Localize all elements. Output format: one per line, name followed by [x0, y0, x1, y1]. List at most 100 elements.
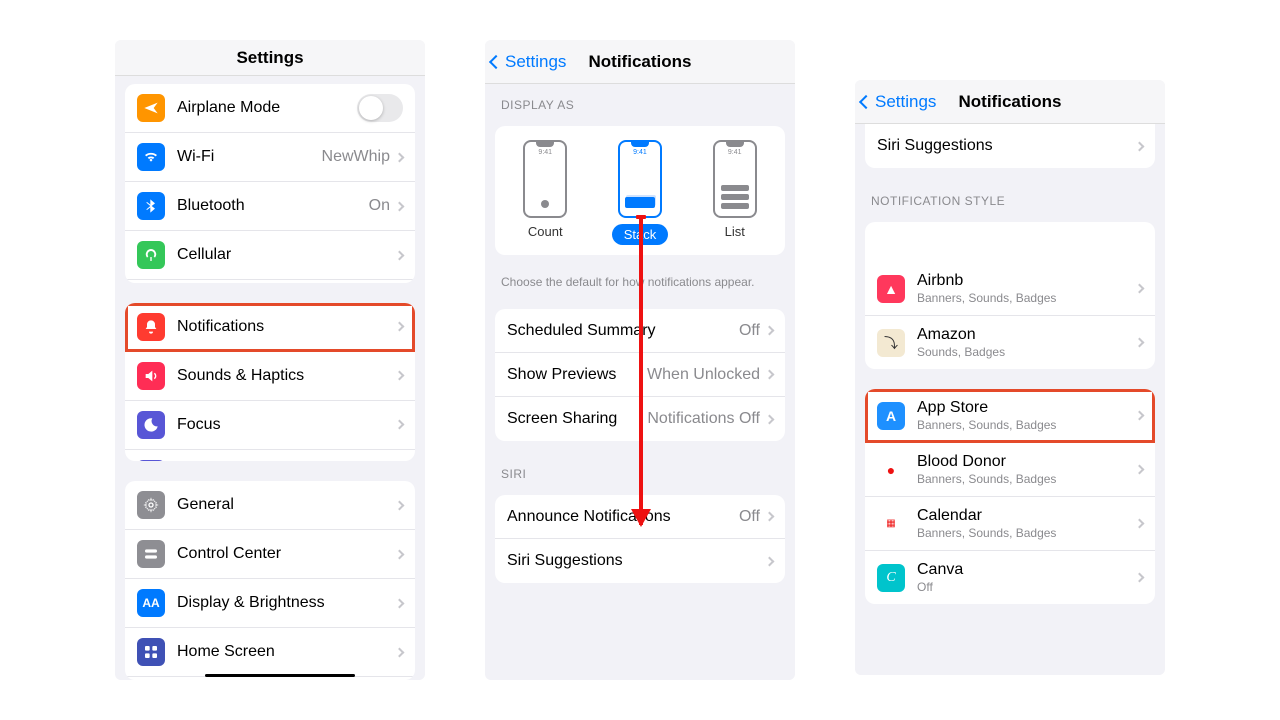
row-label: Scheduled Summary	[507, 322, 739, 340]
chevron-right-icon	[1135, 411, 1145, 421]
row-label: Bluetooth	[177, 197, 369, 215]
row-label: App Store	[917, 399, 1136, 417]
canva-icon: C	[877, 564, 905, 592]
app-row-amazon[interactable]: ⤵︎AmazonSounds, Badges	[865, 316, 1155, 369]
row-label: Wi-Fi	[177, 148, 322, 166]
grid-icon	[137, 638, 165, 666]
settings-row-screen-time[interactable]: Screen Time	[125, 450, 415, 462]
settings-screen: Settings Airplane ModeWi-FiNewWhipBlueto…	[115, 40, 425, 680]
chevron-right-icon	[1135, 519, 1145, 529]
notifications-style-screen: Settings Notifications Siri Suggestions …	[855, 80, 1165, 675]
row-label: Calendar	[917, 507, 1136, 525]
chevron-right-icon	[395, 420, 405, 430]
page-title: Notifications	[959, 92, 1062, 112]
row-siri-suggestions[interactable]: Siri Suggestions	[495, 539, 785, 583]
airplane-icon	[137, 94, 165, 122]
chevron-right-icon	[765, 370, 775, 380]
wifi-icon	[137, 143, 165, 171]
settings-row-personal-hotspot[interactable]: Personal HotspotOff	[125, 280, 415, 283]
row-label: Canva	[917, 561, 1136, 579]
row-label: Airplane Mode	[177, 99, 357, 117]
row-value: Off	[739, 508, 760, 526]
settings-row-home-screen[interactable]: Home Screen	[125, 628, 415, 677]
chevron-right-icon	[765, 556, 775, 566]
settings-row-accessibility[interactable]: Accessibility	[125, 677, 415, 680]
settings-row-general[interactable]: General	[125, 481, 415, 530]
option-label: Count	[528, 224, 563, 239]
back-button[interactable]: Settings	[861, 92, 936, 112]
blood-icon: ●	[877, 456, 905, 484]
row-siri-suggestions[interactable]: Siri Suggestions	[865, 124, 1155, 168]
chevron-right-icon	[395, 500, 405, 510]
amazon-icon: ⤵︎	[877, 329, 905, 357]
chevron-right-icon	[1135, 465, 1145, 475]
settings-row-cellular[interactable]: Cellular	[125, 231, 415, 280]
chevron-right-icon	[395, 549, 405, 559]
settings-row-wi-fi[interactable]: Wi-FiNewWhip	[125, 133, 415, 182]
section-label-style: NOTIFICATION STYLE	[855, 180, 1165, 214]
app-row-app-store[interactable]: AApp StoreBanners, Sounds, Badges	[865, 389, 1155, 443]
settings-row-bluetooth[interactable]: BluetoothOn	[125, 182, 415, 231]
settings-row-control-center[interactable]: Control Center	[125, 530, 415, 579]
row-label: Cellular	[177, 246, 396, 264]
row-sublabel: Banners, Sounds, Badges	[917, 418, 1136, 432]
cellular-icon	[137, 241, 165, 269]
settings-group-network: Airplane ModeWi-FiNewWhipBluetoothOnCell…	[125, 84, 415, 283]
chevron-right-icon	[1135, 141, 1145, 151]
row-sublabel: Banners, Sounds, Badges	[917, 291, 1136, 305]
aa-icon: AA	[137, 589, 165, 617]
row-sublabel: Banners, Sounds, Badges	[917, 472, 1136, 486]
row-sublabel: Banners, Sounds, Badges	[917, 526, 1136, 540]
app-row-calendar[interactable]: ▦CalendarBanners, Sounds, Badges	[865, 497, 1155, 551]
row-label: Display & Brightness	[177, 594, 396, 612]
settings-group-notifications: Notifications Sounds & Haptics Focus Screen…	[125, 303, 415, 462]
chevron-right-icon	[395, 201, 405, 211]
speaker-icon	[137, 362, 165, 390]
row-label: Sounds & Haptics	[177, 367, 396, 385]
annotation-arrow	[639, 215, 643, 525]
app-row-blood-donor[interactable]: ●Blood DonorBanners, Sounds, Badges	[865, 443, 1155, 497]
redaction-strike	[205, 674, 355, 677]
back-button[interactable]: Settings	[491, 52, 566, 72]
switches-icon	[137, 540, 165, 568]
chevron-left-icon	[489, 54, 503, 68]
toggle-switch[interactable]	[357, 94, 403, 122]
chevron-right-icon	[395, 598, 405, 608]
chevron-right-icon	[395, 250, 405, 260]
row-label: Control Center	[177, 545, 396, 563]
row-label: Siri Suggestions	[507, 552, 766, 570]
chevron-right-icon	[395, 322, 405, 332]
section-label-display: DISPLAY AS	[485, 84, 795, 118]
chevron-right-icon	[1135, 573, 1145, 583]
header: Settings Notifications	[485, 40, 795, 84]
settings-row-sounds-haptics[interactable]: Sounds & Haptics	[125, 352, 415, 401]
row-value: Notifications Off	[647, 410, 760, 428]
chevron-right-icon	[765, 512, 775, 522]
chevron-right-icon	[395, 371, 405, 381]
display-option-list[interactable]: 9:41List	[713, 140, 757, 245]
row-value: When Unlocked	[647, 366, 760, 384]
page-title: Settings	[236, 48, 303, 68]
settings-row-notifications[interactable]: Notifications	[125, 303, 415, 352]
row-value: NewWhip	[322, 148, 390, 166]
hourglass-icon	[137, 460, 165, 462]
display-option-count[interactable]: 9:41Count	[523, 140, 567, 245]
row-label: Notifications	[177, 318, 396, 336]
page-title: Notifications	[589, 52, 692, 72]
settings-row-display-brightness[interactable]: AA Display & Brightness	[125, 579, 415, 628]
row-value: On	[369, 197, 390, 215]
chevron-right-icon	[1135, 284, 1145, 294]
row-label: Show Previews	[507, 366, 647, 384]
chevron-right-icon	[395, 152, 405, 162]
settings-row-airplane-mode[interactable]: Airplane Mode	[125, 84, 415, 133]
row-label: Focus	[177, 416, 396, 434]
row-label: Airbnb	[917, 272, 1136, 290]
settings-row-focus[interactable]: Focus	[125, 401, 415, 450]
row-sublabel: Off	[917, 580, 1136, 594]
back-label: Settings	[505, 52, 566, 72]
app-row-canva[interactable]: C CanvaOff	[865, 551, 1155, 604]
row-label: Amazon	[917, 326, 1136, 344]
moon-icon	[137, 411, 165, 439]
app-row-airbnb[interactable]: ▲AirbnbBanners, Sounds, Badges	[865, 262, 1155, 316]
phone-preview-icon: 9:41	[618, 140, 662, 218]
